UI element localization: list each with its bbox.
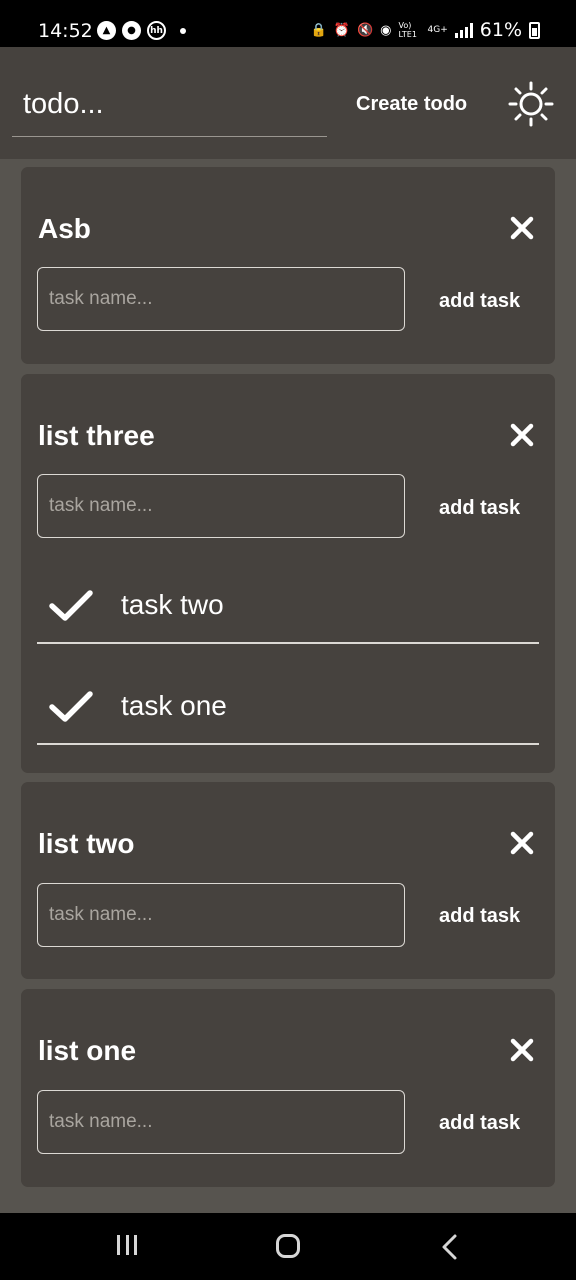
list-title: Asb xyxy=(38,213,91,244)
list-title: list one xyxy=(38,1035,137,1066)
todo-input[interactable]: todo... xyxy=(12,78,327,137)
alarm-icon: ⏰ xyxy=(333,22,350,38)
create-todo-button[interactable]: Create todo xyxy=(356,93,467,116)
close-icon[interactable] xyxy=(509,1037,535,1063)
todo-list-card: Asb task name... add task xyxy=(21,167,555,364)
network-label: 4G+ xyxy=(427,25,448,35)
check-icon[interactable] xyxy=(49,690,93,724)
recent-apps-icon[interactable] xyxy=(117,1235,137,1255)
todo-list-card: list three task name... add task task tw… xyxy=(21,374,555,773)
close-icon[interactable] xyxy=(509,830,535,856)
sun-icon[interactable] xyxy=(508,81,554,127)
lock-icon: 🔒 xyxy=(310,22,327,38)
add-task-button[interactable]: add task xyxy=(439,497,520,520)
todo-list-card: list one task name... add task xyxy=(21,989,555,1187)
task-name-input[interactable]: task name... xyxy=(37,267,405,331)
notification-dot-icon xyxy=(180,27,186,34)
todo-list-card: list two task name... add task xyxy=(21,782,555,979)
task-name-placeholder: task name... xyxy=(49,904,153,925)
task-name-placeholder: task name... xyxy=(49,1111,153,1132)
mute-icon: 🔇 xyxy=(356,22,374,38)
task-name-input[interactable]: task name... xyxy=(37,883,405,947)
close-icon[interactable] xyxy=(509,215,535,241)
signal-icon xyxy=(454,22,473,38)
add-task-button[interactable]: add task xyxy=(439,905,520,928)
list-title: list three xyxy=(38,420,155,451)
add-task-button[interactable]: add task xyxy=(439,290,520,313)
account-icon: ● xyxy=(122,21,141,40)
task-name: task one xyxy=(121,690,227,721)
battery-percent: 61% xyxy=(479,19,522,41)
navigation-bar xyxy=(0,1213,576,1280)
android-auto-icon: ▲ xyxy=(97,21,116,40)
close-icon[interactable] xyxy=(509,422,535,448)
hh-icon: hh xyxy=(147,21,166,40)
task-item[interactable]: task one xyxy=(37,675,539,745)
task-name: task two xyxy=(121,589,224,620)
hotspot-icon: ◉ xyxy=(380,22,392,38)
add-task-button[interactable]: add task xyxy=(439,1112,520,1135)
todo-input-value: todo... xyxy=(23,88,104,120)
status-bar: 14:52 ▲ ● hh 🔒 ⏰ 🔇 ◉ Vo) LTE1 4G+ 61% xyxy=(0,0,576,47)
task-name-placeholder: task name... xyxy=(49,495,153,516)
task-name-placeholder: task name... xyxy=(49,288,153,309)
task-name-input[interactable]: task name... xyxy=(37,474,405,538)
task-item[interactable]: task two xyxy=(37,574,539,644)
check-icon[interactable] xyxy=(49,589,93,623)
list-title: list two xyxy=(38,828,135,859)
status-left-icons: ▲ ● hh xyxy=(97,21,186,40)
volte-label: Vo) LTE1 xyxy=(398,21,417,39)
status-time: 14:52 xyxy=(38,20,93,42)
status-right-icons: 🔒 ⏰ 🔇 ◉ Vo) LTE1 4G+ 61% xyxy=(311,19,540,41)
home-icon[interactable] xyxy=(276,1234,300,1258)
back-icon[interactable] xyxy=(440,1233,460,1261)
task-name-input[interactable]: task name... xyxy=(37,1090,405,1154)
battery-icon xyxy=(529,21,540,39)
